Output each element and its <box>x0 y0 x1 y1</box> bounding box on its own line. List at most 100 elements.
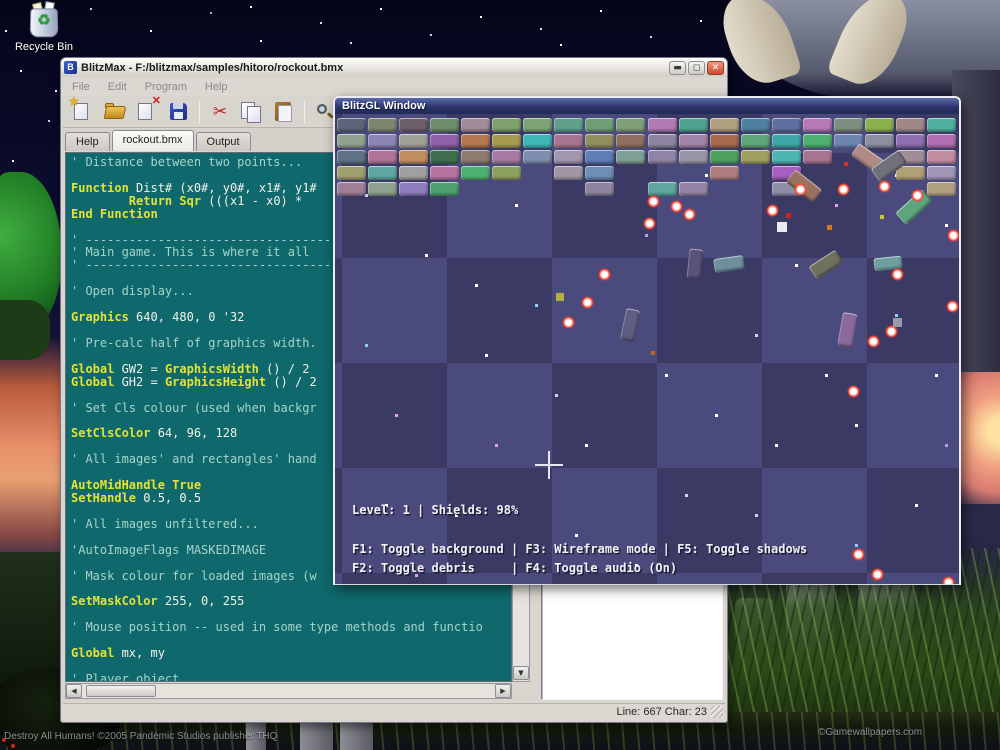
spark-particle <box>867 335 880 348</box>
brick <box>368 118 397 132</box>
star <box>685 494 688 497</box>
spark-particle <box>911 189 924 202</box>
star <box>855 544 858 547</box>
brick <box>337 182 366 196</box>
recycle-bin[interactable]: ♻ Recycle Bin <box>12 4 76 53</box>
brick <box>337 166 366 180</box>
particle <box>827 225 832 230</box>
cow-leg-distant <box>340 723 373 750</box>
brick <box>648 150 677 164</box>
brick <box>554 166 583 180</box>
spark-particle <box>878 180 891 193</box>
brick <box>461 134 490 148</box>
star <box>795 264 798 267</box>
debris-brick <box>686 248 703 279</box>
brick <box>803 150 832 164</box>
menu-help[interactable]: Help <box>196 81 237 93</box>
game-viewport[interactable]: Level: 1 | Shields: 98% F1: Toggle backg… <box>335 114 959 584</box>
star <box>705 174 708 177</box>
brick <box>616 150 645 164</box>
sunset-left <box>0 336 66 568</box>
minimize-button[interactable]: ▬ <box>669 61 686 75</box>
red-dot <box>11 744 15 748</box>
recycle-bin-icon[interactable]: ♻ <box>27 4 61 38</box>
tab-help[interactable]: Help <box>65 132 110 151</box>
brick <box>803 134 832 148</box>
code-line: SetMaskColor 255, 0, 255 <box>71 595 511 608</box>
title-bar[interactable]: B BlitzMax - F:/blitzmax/samples/hitoro/… <box>61 58 727 77</box>
horizontal-scroll-thumb[interactable] <box>86 685 156 697</box>
resize-grip[interactable] <box>711 706 723 718</box>
brick <box>585 134 614 148</box>
brick <box>368 182 397 196</box>
brick <box>648 134 677 148</box>
star <box>825 374 828 377</box>
brick <box>554 150 583 164</box>
tab-rockout-bmx[interactable]: rockout.bmx <box>112 130 194 151</box>
menu-bar: FileEditProgramHelp <box>63 78 725 96</box>
game-title-bar[interactable]: BlitzGL Window <box>335 98 959 114</box>
hud-help-line1: F1: Toggle background | F3: Wireframe mo… <box>352 542 807 556</box>
desktop: Destroy All Humans! ©2005 Pandemic Studi… <box>0 0 1000 750</box>
brick <box>523 134 552 148</box>
brick <box>648 118 677 132</box>
save-file-icon[interactable] <box>167 100 191 124</box>
star <box>645 234 648 237</box>
brick <box>337 134 366 148</box>
green-figure-lower <box>0 300 50 360</box>
scroll-right-icon[interactable]: ▶ <box>495 684 511 698</box>
brick <box>616 118 645 132</box>
star <box>365 344 368 347</box>
brick <box>865 134 894 148</box>
brick <box>554 134 583 148</box>
cut-icon[interactable]: ✂ <box>208 100 232 124</box>
wallpaper-watermark-right: ©Gamewallpapers.com <box>818 727 922 738</box>
close-button[interactable]: ✕ <box>707 61 724 75</box>
brick <box>399 150 428 164</box>
particle <box>556 293 564 301</box>
menu-file[interactable]: File <box>63 81 99 93</box>
wallpaper-stars <box>0 0 2 2</box>
spark-particle <box>946 300 959 313</box>
copy-icon[interactable] <box>240 100 264 124</box>
brick <box>616 134 645 148</box>
spark-particle <box>871 568 884 581</box>
recycle-bin-label: Recycle Bin <box>12 41 76 53</box>
particle <box>651 351 655 355</box>
brick <box>585 166 614 180</box>
brick <box>679 182 708 196</box>
star <box>895 314 898 317</box>
scroll-down-icon[interactable]: ▼ <box>513 666 529 680</box>
new-file-icon[interactable]: ★ <box>71 100 95 124</box>
brick <box>523 150 552 164</box>
status-bar: Line: 667 Char: 23 <box>63 703 725 720</box>
spark-particle <box>598 268 611 281</box>
maximize-button[interactable]: ◻ <box>688 61 705 75</box>
code-line: ' Mouse position -- used in some type me… <box>71 621 511 634</box>
star <box>715 414 718 417</box>
star <box>755 514 758 517</box>
spark-particle <box>891 268 904 281</box>
star <box>555 394 558 397</box>
menu-program[interactable]: Program <box>136 81 196 93</box>
brick <box>772 118 801 132</box>
open-file-icon[interactable] <box>103 100 127 124</box>
paste-icon[interactable] <box>272 100 296 124</box>
brick <box>492 166 521 180</box>
brick <box>741 118 770 132</box>
brick <box>399 118 428 132</box>
spark-particle <box>942 576 955 584</box>
spark-particle <box>683 208 696 221</box>
brick <box>772 134 801 148</box>
star <box>945 224 948 227</box>
brick <box>896 134 925 148</box>
star <box>775 444 778 447</box>
tab-output[interactable]: Output <box>196 132 251 151</box>
spark-particle <box>794 183 807 196</box>
blitzmax-app-icon: B <box>64 61 77 74</box>
menu-edit[interactable]: Edit <box>99 81 136 93</box>
scroll-left-icon[interactable]: ◀ <box>66 684 82 698</box>
editor-horizontal-scrollbar[interactable]: ◀ ▶ <box>65 683 512 699</box>
close-file-icon[interactable]: ✕ <box>135 100 159 124</box>
spark-particle <box>581 296 594 309</box>
